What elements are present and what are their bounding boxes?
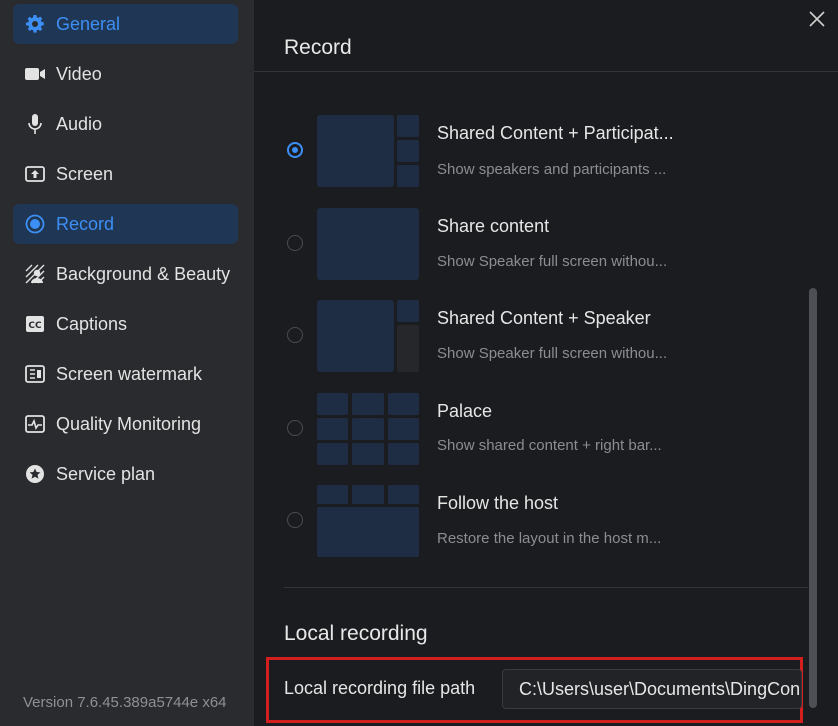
- sidebar-item-quality-monitoring[interactable]: Quality Monitoring: [13, 404, 238, 444]
- version-label: Version 7.6.45.389a5744e x64: [23, 694, 227, 711]
- sidebar-item-label: General: [56, 13, 121, 34]
- sidebar-item-label: Video: [56, 63, 102, 84]
- radio-button[interactable]: [287, 420, 303, 436]
- option-title: Shared Content + Participat...: [437, 123, 674, 143]
- option-title: Share content: [437, 216, 550, 236]
- record-icon: [24, 213, 46, 235]
- main-panel: Record Shared Content + Participat... Sh…: [254, 0, 838, 726]
- sidebar-item-label: Service plan: [56, 463, 156, 484]
- sidebar-item-label: Screen watermark: [56, 363, 203, 384]
- radio-button[interactable]: [287, 512, 303, 528]
- option-title: Shared Content + Speaker: [437, 308, 651, 328]
- layout-option-shared-content-speaker[interactable]: Shared Content + Speaker Show Speaker fu…: [254, 297, 814, 377]
- captions-icon: CC: [24, 313, 46, 335]
- option-title: Palace: [437, 401, 493, 421]
- star-icon: [24, 463, 46, 485]
- layout-thumbnail: [317, 393, 419, 465]
- radio-button[interactable]: [287, 142, 303, 158]
- sidebar-item-label: Audio: [56, 113, 103, 134]
- sidebar-item-screen[interactable]: Screen: [13, 154, 238, 194]
- sidebar-item-label: Captions: [56, 313, 128, 334]
- screen-share-icon: [24, 163, 46, 185]
- option-title: Follow the host: [437, 493, 559, 513]
- svg-text:CC: CC: [28, 321, 42, 331]
- radio-button[interactable]: [287, 235, 303, 251]
- sidebar-item-audio[interactable]: Audio: [13, 104, 238, 144]
- option-description: Restore the layout in the host m...: [437, 530, 662, 547]
- layout-thumbnail: [317, 115, 419, 187]
- layout-option-follow-host[interactable]: Follow the host Restore the layout in th…: [254, 482, 814, 562]
- radio-button[interactable]: [287, 327, 303, 343]
- layout-option-shared-content-participants[interactable]: Shared Content + Participat... Show spea…: [254, 112, 814, 192]
- sidebar-item-captions[interactable]: CC Captions: [13, 304, 238, 344]
- close-icon[interactable]: [807, 9, 827, 29]
- layout-thumbnail: [317, 208, 419, 280]
- scrollbar-thumb[interactable]: [809, 288, 817, 708]
- video-camera-icon: [24, 63, 46, 85]
- layout-option-palace[interactable]: Palace Show shared content + right bar..…: [254, 390, 814, 470]
- microphone-icon: [24, 113, 46, 135]
- sidebar-item-label: Screen: [56, 163, 114, 184]
- file-path-input[interactable]: C:\Users\user\Documents\DingConnect: [502, 669, 802, 709]
- sidebar-item-label: Background & Beauty: [56, 263, 231, 284]
- sidebar-item-general[interactable]: General: [13, 4, 238, 44]
- layout-thumbnail: [317, 485, 419, 557]
- sidebar-item-video[interactable]: Video: [13, 54, 238, 94]
- option-description: Show Speaker full screen withou...: [437, 253, 668, 270]
- sidebar-item-screen-watermark[interactable]: Screen watermark: [13, 354, 238, 394]
- sidebar-item-label: Record: [56, 213, 115, 234]
- sidebar-item-service-plan[interactable]: Service plan: [13, 454, 238, 494]
- gear-icon: [24, 13, 46, 35]
- layout-option-share-content[interactable]: Share content Show Speaker full screen w…: [254, 205, 814, 285]
- file-path-label: Local recording file path: [284, 678, 476, 698]
- watermark-icon: [24, 363, 46, 385]
- layout-thumbnail: [317, 300, 419, 372]
- option-description: Show shared content + right bar...: [437, 437, 662, 454]
- option-description: Show speakers and participants ...: [437, 161, 667, 178]
- file-path-value: C:\Users\user\Documents\DingConnect: [519, 679, 801, 699]
- divider: [254, 71, 838, 72]
- sidebar-item-record[interactable]: Record: [13, 204, 238, 244]
- sidebar-item-background-beauty[interactable]: Background & Beauty: [13, 254, 238, 294]
- sidebar-item-label: Quality Monitoring: [56, 413, 202, 434]
- divider: [284, 587, 808, 588]
- background-icon: [24, 263, 46, 285]
- page-title: Record: [284, 36, 352, 59]
- pulse-icon: [24, 413, 46, 435]
- section-title: Local recording: [284, 622, 428, 645]
- option-description: Show Speaker full screen withou...: [437, 345, 668, 362]
- sidebar: General Video Audio Screen Record Backgr…: [0, 0, 254, 726]
